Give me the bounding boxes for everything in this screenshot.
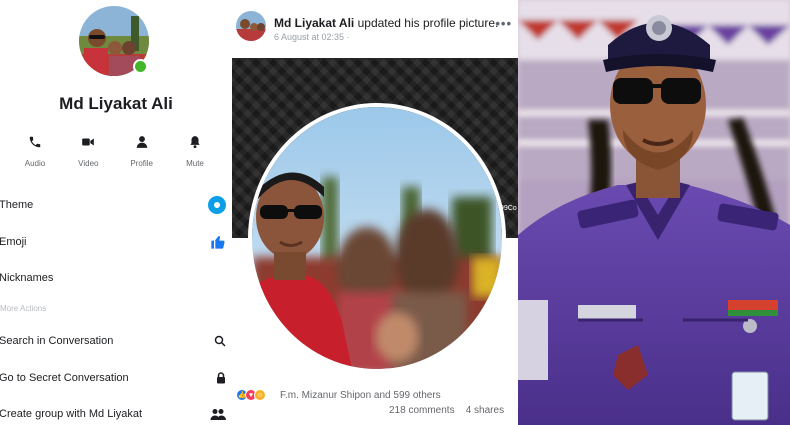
theme-color-icon <box>208 196 226 214</box>
video-call-button[interactable]: Video <box>68 135 108 168</box>
post-timestamp[interactable]: 6 August at 02:35 · <box>274 32 350 42</box>
menu-label-emoji: Emoji <box>0 236 27 248</box>
messenger-contact-panel: Md Liyakat Ali Audio Video Profile Mute … <box>0 0 232 425</box>
menu-label-group: Create group with Md Liyakat <box>0 408 143 420</box>
menu-item-search[interactable]: Search in Conversation <box>0 330 232 352</box>
officer-photo <box>518 0 790 425</box>
person-icon <box>136 136 147 148</box>
menu-label-nicknames: Nicknames <box>0 272 54 284</box>
audio-label: Audio <box>24 159 46 168</box>
thumbs-up-icon <box>210 234 226 250</box>
menu-label-search: Search in Conversation <box>0 335 114 347</box>
post-author-avatar[interactable] <box>236 11 266 41</box>
comments-shares-summary: 218 comments 4 shares <box>389 405 504 416</box>
menu-item-create-group[interactable]: Create group with Md Liyakat <box>0 403 232 425</box>
lock-icon <box>216 372 226 384</box>
profile-picture[interactable] <box>248 103 506 373</box>
search-icon <box>214 335 226 347</box>
shares-count[interactable]: 4 shares <box>466 405 504 416</box>
profile-label: Profile <box>130 159 153 168</box>
mute-label: Mute <box>186 159 204 168</box>
contact-actions: Audio Video Profile Mute <box>5 135 225 168</box>
view-profile-button[interactable]: Profile <box>122 135 162 168</box>
bell-icon <box>190 136 200 149</box>
post-action-text: updated his profile picture. <box>357 16 499 30</box>
comments-count[interactable]: 218 comments <box>389 405 455 416</box>
post-more-button[interactable]: ••• <box>495 16 512 31</box>
post-author-name[interactable]: Md Liyakat Ali <box>274 16 354 30</box>
mute-button[interactable]: Mute <box>175 135 215 168</box>
profile-photo-image <box>252 107 502 369</box>
contact-name: Md Liyakat Ali <box>59 94 173 113</box>
menu-item-emoji[interactable]: Emoji <box>0 231 232 253</box>
menu-label-secret: Go to Secret Conversation <box>0 372 129 384</box>
phone-icon <box>29 136 41 148</box>
group-icon <box>210 408 226 420</box>
audio-call-button[interactable]: Audio <box>15 135 55 168</box>
menu-item-nicknames[interactable]: Nicknames <box>0 267 232 289</box>
contact-avatar[interactable] <box>79 6 149 76</box>
video-label: Video <box>78 159 99 168</box>
reaction-icons[interactable]: 👍 ♥ ☺ <box>236 389 266 401</box>
video-camera-icon <box>82 138 95 146</box>
menu-item-theme[interactable]: Theme <box>0 194 232 216</box>
wow-reaction-icon: ☺ <box>254 389 266 401</box>
post-header: Md Liyakat Ali updated his profile pictu… <box>274 16 498 30</box>
online-indicator <box>133 59 148 74</box>
menu-item-secret-conversation[interactable]: Go to Secret Conversation <box>0 367 232 389</box>
menu-label-theme: Theme <box>0 199 34 211</box>
officer-photo-image <box>518 0 790 425</box>
facebook-post: Md Liyakat Ali updated his profile pictu… <box>232 0 518 425</box>
author-photo <box>236 11 266 41</box>
reactions-summary[interactable]: F.m. Mizanur Shipon and 599 others <box>280 390 441 401</box>
more-actions-heading: More Actions <box>0 304 47 313</box>
